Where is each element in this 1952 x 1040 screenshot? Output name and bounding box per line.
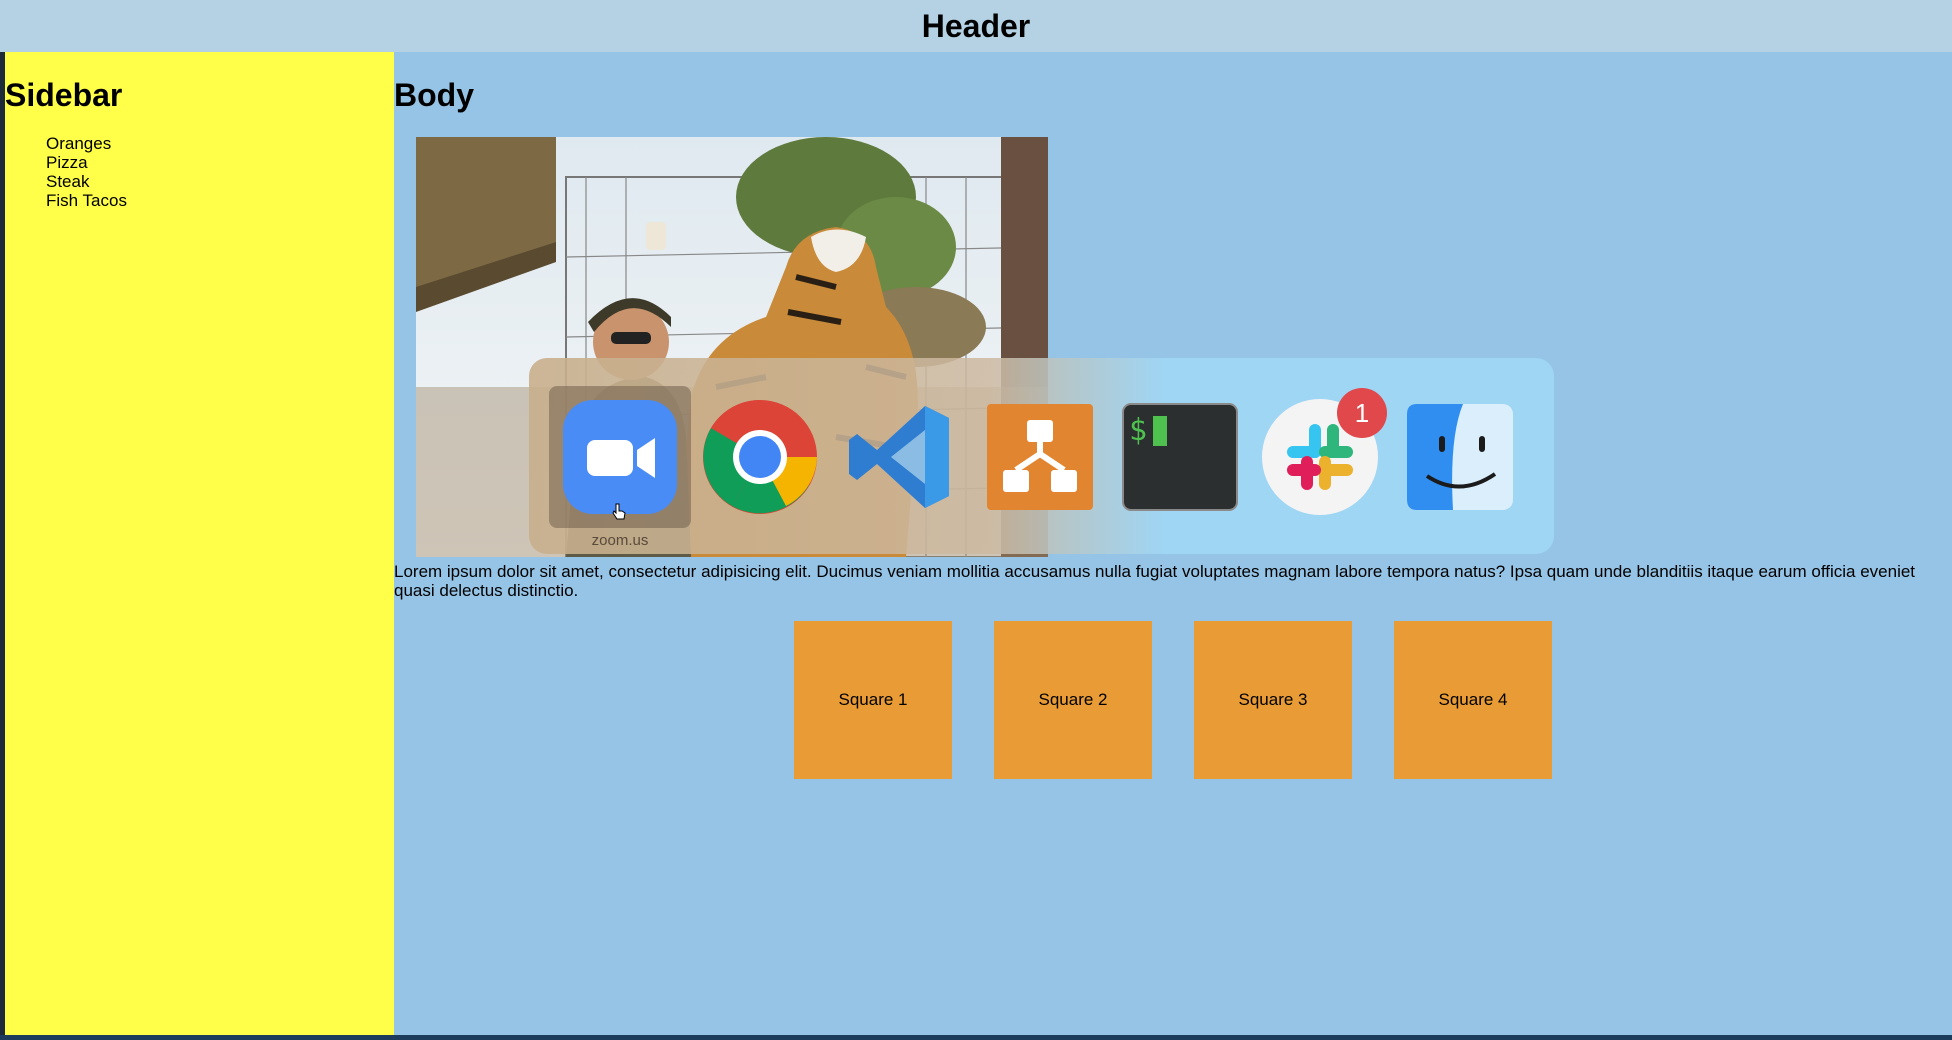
zoom-app[interactable]	[561, 398, 679, 520]
zoom-icon	[563, 400, 677, 514]
selected-app-caption: zoom.us	[591, 532, 649, 549]
sourcetree-app[interactable]	[981, 398, 1099, 516]
terminal-icon: $	[1122, 403, 1238, 511]
sourcetree-icon	[987, 404, 1093, 510]
chrome-icon	[703, 400, 817, 514]
chrome-app[interactable]	[701, 398, 819, 516]
sidebar-item-oranges: Oranges	[46, 134, 112, 153]
sidebar-list: Oranges Pizza Steak Fish Tacos	[46, 134, 394, 210]
header-title: Header	[921, 7, 1031, 44]
squares-row: Square 1 Square 2 Square 3 Square 4	[794, 621, 1552, 779]
vscode-icon	[849, 406, 949, 508]
sidebar-item-steak: Steak	[46, 172, 90, 191]
sidebar: Sidebar Oranges Pizza Steak Fish Tacos	[5, 52, 394, 1035]
lorem-paragraph: Lorem ipsum dolor sit amet, consectetur …	[394, 562, 1916, 600]
square-3: Square 3	[1194, 621, 1352, 779]
body-title: Body	[394, 77, 474, 113]
finder-app[interactable]	[1401, 398, 1519, 516]
pointer-cursor-icon	[612, 503, 626, 520]
terminal-app[interactable]: $	[1121, 398, 1239, 516]
terminal-prompt: $	[1129, 413, 1147, 448]
square-1: Square 1	[794, 621, 952, 779]
slack-app[interactable]: 1	[1261, 388, 1387, 516]
bottom-window-edge	[0, 1035, 1952, 1040]
sidebar-item-fish-tacos: Fish Tacos	[46, 191, 127, 210]
finder-icon	[1407, 404, 1513, 510]
sidebar-item-pizza: Pizza	[46, 153, 88, 172]
page-header: Header	[0, 0, 1952, 52]
app-switcher: zoom.us $ 1	[529, 358, 1554, 554]
slack-notification-badge: 1	[1337, 388, 1387, 438]
sidebar-title: Sidebar	[5, 77, 123, 113]
vscode-app[interactable]	[841, 398, 959, 516]
square-4: Square 4	[1394, 621, 1552, 779]
square-2: Square 2	[994, 621, 1152, 779]
